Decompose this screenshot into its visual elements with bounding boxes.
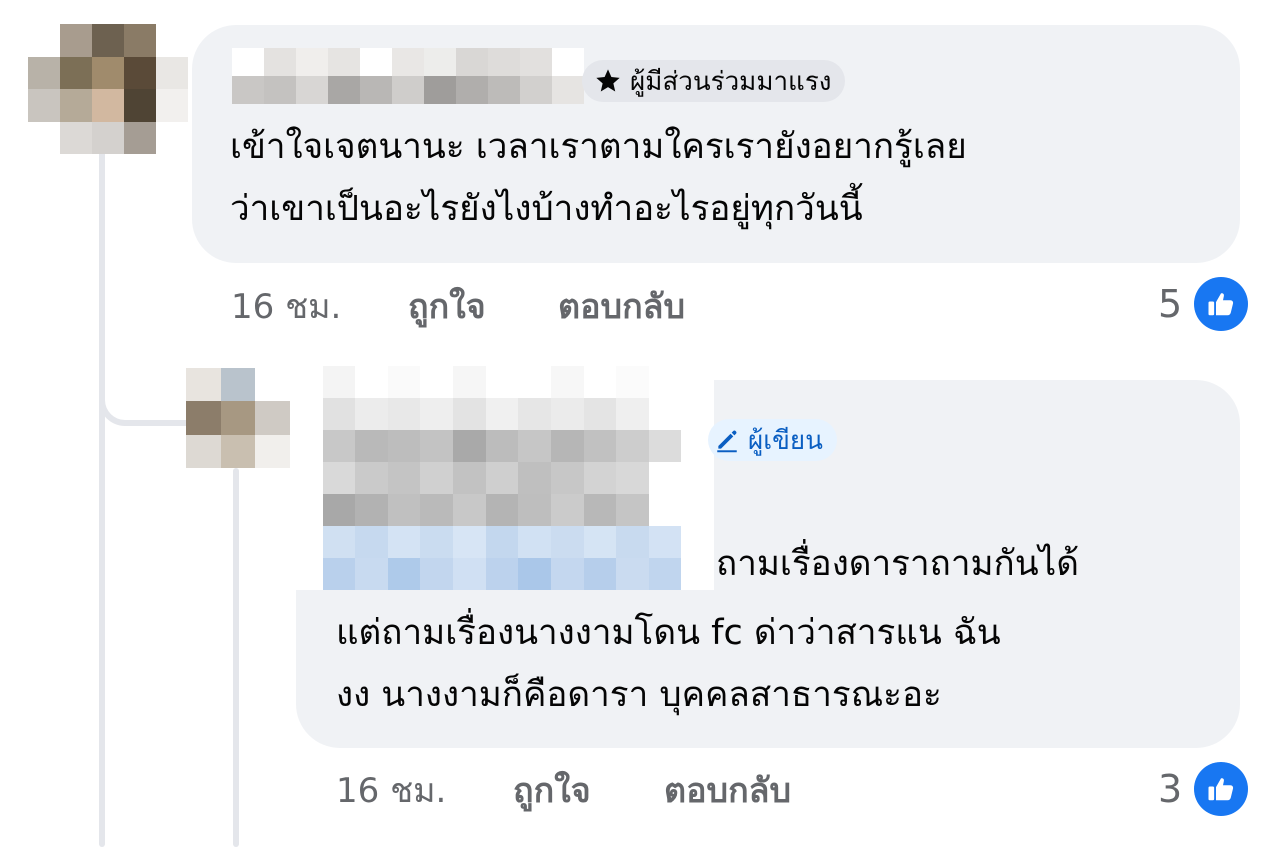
- comment-text: ถามเรื่องดาราถามกันได้: [716, 533, 1079, 595]
- star-icon: [594, 67, 622, 95]
- reaction-count: 5: [1158, 282, 1183, 326]
- commenter-name-redacted[interactable]: [232, 48, 584, 104]
- comment-timestamp[interactable]: 16 ชม.: [231, 285, 341, 329]
- comment-timestamp[interactable]: 16 ชม.: [336, 769, 446, 813]
- comment-line: ว่าเขาเป็นอะไรยังไงบ้างทำอะไรอยู่ทุกวันน…: [230, 189, 863, 229]
- badge-label: ผู้เขียน: [748, 425, 823, 456]
- pencil-icon: [714, 427, 740, 453]
- comment-text: เข้าใจเจตนานะ เวลาเราตามใครเรายังอยากรู้…: [230, 116, 967, 240]
- avatar[interactable]: [186, 368, 290, 468]
- reaction-count: 3: [1158, 767, 1183, 811]
- thumbs-up-icon: [1194, 277, 1249, 331]
- comment-line: แต่ถามเรื่องนางงามโดน fc ด่าว่าสารแน ฉัน: [336, 613, 1001, 653]
- comment-line: ถามเรื่องดาราถามกันได้: [716, 544, 1079, 584]
- avatar[interactable]: [28, 24, 188, 154]
- reaction-summary[interactable]: 3: [1158, 762, 1249, 816]
- thread-connector: [99, 330, 200, 426]
- comment-line: เข้าใจเจตนานะ เวลาเราตามใครเรายังอยากรู้…: [230, 127, 967, 167]
- commenter-name-redacted[interactable]: [290, 366, 714, 590]
- like-button[interactable]: ถูกใจ: [408, 285, 486, 329]
- reply-button[interactable]: ตอบกลับ: [558, 285, 685, 329]
- comment-text: แต่ถามเรื่องนางงามโดน fc ด่าว่าสารแน ฉัน…: [336, 602, 1001, 726]
- reply-button[interactable]: ตอบกลับ: [664, 769, 791, 813]
- comment-thread: ผู้มีส่วนร่วมมาแรง เข้าใจเจตนานะ เวลาเรา…: [0, 0, 1280, 847]
- thread-line: [99, 150, 105, 847]
- reaction-summary[interactable]: 5: [1158, 277, 1249, 331]
- comment-line: งง นางงามก็คือดารา บุคคลสาธารณะอะ: [336, 675, 942, 715]
- top-fan-badge: ผู้มีส่วนร่วมมาแรง: [582, 60, 846, 102]
- thread-line: [233, 468, 239, 847]
- author-badge: ผู้เขียน: [708, 419, 837, 461]
- thumbs-up-icon: [1194, 762, 1249, 816]
- badge-label: ผู้มีส่วนร่วมมาแรง: [630, 66, 832, 97]
- like-button[interactable]: ถูกใจ: [513, 769, 591, 813]
